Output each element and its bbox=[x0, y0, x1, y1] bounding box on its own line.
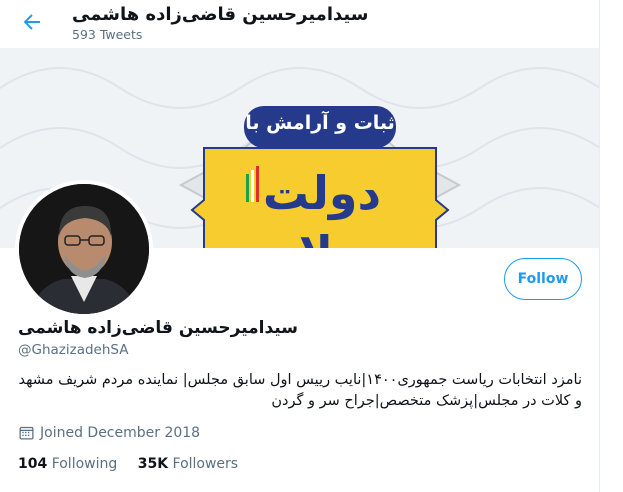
calendar-icon bbox=[19, 426, 34, 440]
profile-header: سیدامیرحسین قاضی‌زاده هاشمی 593 Tweets bbox=[0, 0, 599, 48]
back-arrow-icon[interactable] bbox=[20, 10, 44, 34]
follow-stats: 104 Following 35K Followers bbox=[18, 456, 254, 472]
profile-name: سیدامیرحسین قاضی‌زاده هاشمی bbox=[18, 318, 298, 338]
followers-count: 35K bbox=[137, 456, 169, 472]
followers-link[interactable]: 35K Followers bbox=[138, 456, 238, 472]
avatar[interactable] bbox=[15, 180, 153, 318]
following-count: 104 bbox=[18, 456, 48, 472]
followers-label: Followers bbox=[172, 456, 239, 472]
tweet-count: 593 Tweets bbox=[72, 27, 143, 42]
profile-handle: @GhazizadehSA bbox=[18, 342, 129, 358]
follow-button[interactable]: Follow bbox=[504, 258, 582, 300]
banner-main-text: دولت سلام bbox=[262, 166, 382, 248]
joined-date: Joined December 2018 bbox=[18, 424, 200, 441]
following-label: Following bbox=[51, 456, 118, 472]
banner-top-text: ثبات و آرامش با bbox=[245, 112, 395, 134]
avatar-photo bbox=[19, 184, 149, 314]
joined-text: Joined December 2018 bbox=[40, 424, 201, 441]
profile-bio: نامزد انتخابات ریاست جمهوری۱۴۰۰|نایب ریی… bbox=[18, 372, 583, 409]
header-name: سیدامیرحسین قاضی‌زاده هاشمی bbox=[72, 4, 369, 25]
following-link[interactable]: 104 Following bbox=[18, 456, 117, 472]
column-divider bbox=[599, 0, 600, 492]
